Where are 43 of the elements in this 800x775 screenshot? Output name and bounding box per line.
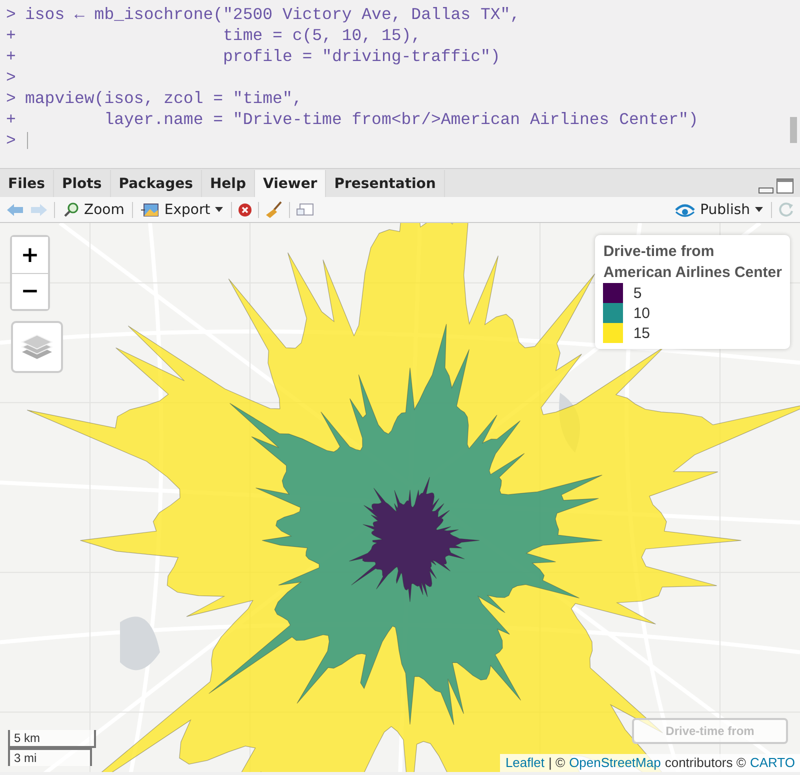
code-line: layer.name = "Drive-time from<br/>American Airlines Center") (103, 110, 698, 129)
window-icon[interactable] (296, 202, 314, 216)
publish-button[interactable]: Publish (673, 202, 765, 218)
isochrone-area[interactable] (208, 324, 603, 726)
zoom-out-button[interactable]: − (12, 273, 48, 309)
console-prompt: > (6, 131, 17, 150)
console-prompt: > (6, 5, 17, 24)
caret-icon (755, 207, 763, 212)
console-prompt: + (6, 47, 17, 66)
legend-label: 15 (633, 324, 650, 342)
scrollbar-thumb[interactable] (790, 117, 797, 143)
layers-icon (20, 332, 54, 362)
scale-bar: 5 km (8, 730, 96, 748)
export-button[interactable]: Export (139, 202, 226, 218)
legend-label: 5 (633, 284, 642, 302)
layers-button[interactable] (11, 321, 63, 373)
magnifier-icon (63, 202, 79, 218)
code-line: time = c(5, 10, 15), (222, 26, 422, 45)
picture-icon (141, 202, 160, 216)
attribution-text: | © (548, 755, 566, 770)
maximize-icon[interactable] (776, 178, 794, 194)
code-line: profile = "driving-traffic") (222, 47, 500, 66)
attribution-link[interactable]: CARTO (750, 755, 795, 770)
publish-icon (675, 202, 696, 216)
console-prompt: > (6, 89, 17, 108)
attribution-link[interactable]: Leaflet (505, 755, 544, 770)
broom-icon[interactable] (265, 200, 284, 218)
console-prompt: > (6, 68, 17, 87)
legend-title: American Airlines Center (603, 263, 782, 283)
zoom-button[interactable]: Zoom (61, 202, 126, 218)
legend-label: 10 (633, 304, 650, 322)
stop-icon[interactable] (238, 202, 252, 216)
attribution-link[interactable]: OpenStreetMap (569, 755, 661, 770)
code-line: mapview(isos, zcol = "time", (25, 89, 302, 108)
caret-icon (215, 207, 224, 212)
scale-bar: 3 mi (8, 748, 92, 766)
legend-title: Drive-time from (603, 242, 716, 262)
attribution-text: contributors © (664, 755, 746, 770)
code-line: isos ← mb_isochrone("2500 Victory Ave, Dallas TX", (25, 5, 520, 24)
console-prompt: + (6, 26, 17, 45)
text-cursor (27, 132, 28, 149)
pane-tab[interactable]: Viewer (255, 170, 326, 197)
console-prompt: + (6, 110, 17, 129)
